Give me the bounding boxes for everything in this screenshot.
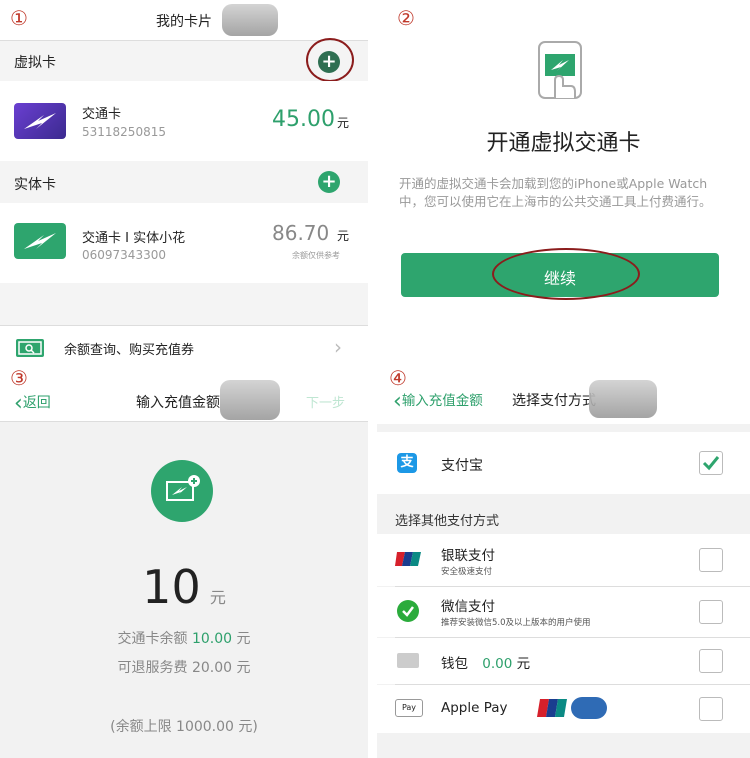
section-title: 选择其他支付方式 (395, 514, 500, 529)
top-up-card-icon (151, 460, 213, 522)
alipay-checkbox[interactable] (699, 451, 723, 475)
apple-pay-icon: Pay (395, 699, 423, 717)
unionpay-icon (395, 550, 421, 568)
amount-display: 10 元 (0, 560, 368, 614)
wallet-checkbox[interactable] (699, 649, 723, 673)
alipay-icon: 支 (397, 453, 417, 473)
add-physical-card-button[interactable]: + (318, 171, 340, 193)
payment-label: 微信支付 (441, 599, 495, 615)
transit-card-image (14, 103, 66, 139)
unionpay-logo-icon (537, 697, 569, 719)
wechat-pay-icon (397, 600, 419, 622)
blurred-overlay (220, 380, 280, 420)
balance-value: 10.00 (191, 631, 233, 647)
search-card-icon (16, 339, 44, 357)
step-number: ④ (389, 368, 407, 390)
currency-unit: 元 (337, 116, 350, 130)
panel-enter-amount: ③ ‹返回 输入充值金额 下一步 10 元 交通卡余额 10.00 元 可退服务… (0, 368, 368, 758)
amount-value: 10 (142, 560, 201, 614)
wallet-option[interactable]: 钱包 0.00 元 (377, 638, 750, 684)
page-title: 开通虚拟交通卡 (486, 131, 641, 156)
transit-card-image (14, 223, 66, 259)
spacer (0, 283, 368, 325)
service-fee: 可退服务费 20.00 元 (117, 660, 251, 676)
balance-limit: (余额上限 1000.00 元) (110, 719, 258, 735)
next-button[interactable]: 下一步 (306, 392, 345, 411)
quickpass-logo-icon (571, 697, 607, 719)
section-title: 虚拟卡 (14, 55, 56, 71)
card-balance: 45.00 (272, 107, 335, 132)
payment-label: 支付宝 (441, 458, 483, 474)
payment-label: Apple Pay (441, 700, 508, 716)
physical-card-row[interactable]: 交通卡 I 实体小花 06097343300 86.70 元 余额仅供参考 (0, 203, 368, 283)
card-balance: 86.70 (272, 221, 330, 245)
card-number: 06097343300 (82, 248, 166, 262)
wallet-balance: 0.00 (482, 656, 513, 672)
apple-pay-option[interactable]: Pay Apple Pay (377, 685, 750, 733)
step-number: ③ (10, 368, 28, 390)
annotation-circle (492, 248, 640, 300)
nav-bar: ④ ‹输入充值金额 选择支付方式 (377, 368, 750, 424)
payment-subtitle: 安全极速支付 (441, 567, 493, 577)
card-name: 交通卡 I 实体小花 (82, 231, 186, 246)
card-name: 交通卡 (82, 107, 122, 122)
blurred-overlay (222, 4, 278, 36)
panel-my-cards: ① 我的卡片 虚拟卡 + 交通卡 53118250815 45.00 元 实体卡… (0, 0, 368, 368)
phone-tap-icon (537, 40, 583, 100)
chevron-right-icon: › (334, 335, 342, 359)
physical-card-section-header: 实体卡 + (0, 161, 368, 203)
apple-pay-badge-text: Pay (401, 703, 417, 712)
wechat-pay-checkbox[interactable] (699, 600, 723, 624)
back-button[interactable]: ‹返回 (14, 388, 51, 416)
virtual-card-row[interactable]: 交通卡 53118250815 45.00 元 (0, 81, 368, 161)
balance-query-link[interactable]: 余额查询、购买充值券 › (0, 325, 368, 368)
other-methods-header: 选择其他支付方式 (377, 498, 750, 534)
unionpay-option[interactable]: 银联支付 安全极速支付 (377, 534, 750, 586)
balance-label: 交通卡余额 (117, 631, 188, 647)
balance-unit: 元 (236, 631, 251, 647)
page-title: 我的卡片 (156, 14, 212, 30)
unionpay-checkbox[interactable] (699, 548, 723, 572)
wallet-line: 钱包 0.00 元 (441, 652, 530, 672)
wallet-unit: 元 (516, 656, 531, 672)
panel-activate-virtual-card: ② 开通虚拟交通卡 开通的虚拟交通卡会加载到您的iPhone或Apple Wat… (377, 0, 750, 368)
blurred-overlay (589, 380, 657, 418)
virtual-card-section-header: 虚拟卡 + (0, 38, 368, 82)
payment-label: 钱包 (441, 656, 468, 672)
nav-bar: 我的卡片 (0, 0, 368, 40)
panel-payment-method: ④ ‹输入充值金额 选择支付方式 支 支付宝 选择其他支付方式 银联支付 安全极… (377, 368, 750, 758)
page-title: 选择支付方式 (512, 393, 596, 409)
currency-unit: 元 (337, 229, 350, 243)
link-label: 余额查询、购买充值券 (64, 343, 195, 358)
chevron-left-icon: ‹ (393, 389, 402, 414)
section-title: 实体卡 (14, 177, 56, 193)
alipay-option[interactable]: 支 支付宝 (377, 432, 750, 494)
payment-label: 银联支付 (441, 548, 495, 564)
chevron-left-icon: ‹ (14, 391, 23, 416)
description: 开通的虚拟交通卡会加载到您的iPhone或Apple Watch中，您可以使用它… (399, 176, 712, 209)
payment-subtitle: 推荐安装微信5.0及以上版本的用户使用 (441, 618, 591, 628)
annotation-circle (306, 38, 354, 82)
back-label: 输入充值金额 (401, 393, 483, 409)
card-balance-line: 交通卡余额 10.00 元 (0, 628, 368, 648)
apple-pay-checkbox[interactable] (699, 697, 723, 721)
balance-note: 余额仅供参考 (292, 251, 340, 260)
wallet-icon (397, 653, 419, 668)
amount-unit: 元 (209, 588, 226, 607)
nav-bar: ③ ‹返回 输入充值金额 下一步 (0, 368, 368, 422)
wechat-pay-option[interactable]: 微信支付 推荐安装微信5.0及以上版本的用户使用 (377, 587, 750, 637)
step-number: ① (10, 6, 28, 30)
back-label: 返回 (22, 395, 51, 411)
page-title: 输入充值金额 (136, 395, 220, 411)
step-number: ② (397, 6, 415, 30)
card-number: 53118250815 (82, 125, 166, 139)
